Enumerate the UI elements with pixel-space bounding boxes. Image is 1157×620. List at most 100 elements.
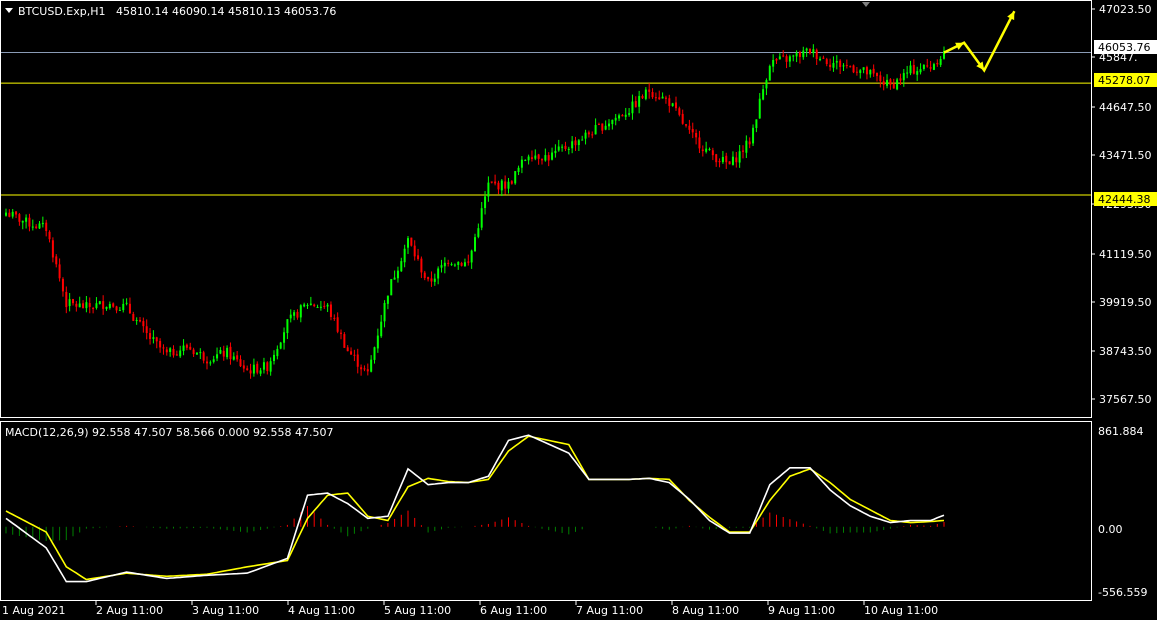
candle-body	[574, 140, 577, 146]
candle-body	[835, 61, 838, 63]
price-tick: 43471.50	[1099, 149, 1152, 162]
candle-body	[480, 208, 483, 228]
macd-panel-frame	[0, 421, 1092, 601]
candle-body	[537, 154, 540, 159]
candle-body	[279, 342, 282, 349]
candle-body	[229, 346, 232, 360]
candle-body	[688, 125, 691, 130]
candle-body	[554, 150, 557, 154]
candle-body	[75, 303, 78, 307]
candle-body	[115, 306, 118, 311]
candle-body	[865, 67, 868, 75]
candle-body	[108, 304, 111, 308]
candle-body	[132, 314, 135, 321]
candle-body	[852, 65, 855, 73]
candle-body	[725, 155, 728, 163]
price-tick: 47023.50	[1099, 3, 1152, 16]
candle-body	[812, 49, 815, 54]
candle-body	[195, 352, 198, 355]
candle-body	[939, 59, 942, 65]
dropdown-triangle-icon[interactable]	[5, 8, 13, 13]
candle-body	[460, 262, 463, 266]
candle-body	[85, 302, 88, 309]
candle-body	[21, 220, 24, 223]
candle-body	[185, 344, 188, 348]
candle-body	[61, 278, 64, 292]
candlestick-series[interactable]	[5, 44, 945, 379]
candle-body	[758, 98, 761, 119]
candle-body	[541, 159, 543, 161]
ohlc-readout: 45810.14 46090.14 45810.13 46053.76	[116, 5, 336, 18]
candle-body	[675, 102, 677, 109]
candle-body	[463, 262, 466, 267]
candle-body	[628, 113, 631, 115]
trading-chart[interactable]: BTCUSD.Exp,H1 45810.14 46090.14 45810.13…	[0, 0, 1157, 620]
candle-body	[262, 362, 265, 370]
resistance-label: 45278.07	[1098, 74, 1151, 87]
candle-body	[755, 119, 758, 128]
candle-body	[199, 352, 202, 354]
candle-body	[453, 264, 456, 266]
candle-body	[433, 278, 436, 282]
candle-body	[752, 127, 755, 144]
candle-body	[591, 134, 594, 136]
price-tick: 44647.50	[1099, 101, 1152, 114]
candle-body	[128, 303, 131, 314]
candle-body	[11, 211, 14, 217]
candle-body	[487, 182, 490, 197]
candle-body	[564, 145, 567, 149]
candle-body	[102, 301, 105, 309]
candle-body	[252, 364, 255, 374]
candle-body	[48, 231, 51, 240]
candle-body	[58, 264, 61, 279]
candle-body	[785, 56, 788, 62]
candle-body	[705, 148, 708, 152]
candle-body	[936, 62, 939, 65]
candle-body	[360, 367, 363, 370]
candle-body	[768, 66, 771, 81]
candle-body	[78, 303, 81, 308]
candle-body	[437, 268, 440, 279]
candle-body	[430, 278, 433, 282]
candle-body	[490, 181, 493, 183]
candle-body	[721, 156, 724, 163]
candle-body	[561, 146, 564, 148]
candle-body	[691, 128, 694, 133]
candle-body	[477, 228, 480, 237]
shift-marker-icon[interactable]	[862, 2, 870, 7]
candle-body	[283, 332, 286, 343]
candle-body	[72, 299, 74, 304]
candle-body	[149, 333, 152, 340]
candle-body	[105, 306, 108, 309]
candle-body	[25, 217, 28, 222]
macd-histogram	[5, 505, 945, 542]
candle-body	[882, 81, 885, 85]
candle-body	[634, 101, 637, 108]
candle-body	[601, 123, 604, 131]
candle-body	[805, 48, 808, 51]
candle-body	[742, 150, 744, 152]
candle-body	[685, 124, 688, 126]
candle-body	[206, 361, 208, 364]
candle-body	[55, 256, 58, 265]
candle-body	[855, 71, 858, 73]
candle-body	[216, 354, 219, 359]
symbol-label: BTCUSD.Exp,H1	[18, 5, 106, 18]
candle-body	[179, 350, 182, 357]
time-label: 1 Aug 2021	[2, 604, 65, 617]
candle-body	[594, 125, 597, 135]
candle-body	[41, 222, 44, 225]
candle-body	[547, 155, 550, 161]
candle-body	[735, 157, 738, 163]
candle-body	[798, 52, 801, 57]
candle-body	[765, 80, 768, 89]
candle-body	[326, 304, 329, 307]
candle-body	[256, 363, 259, 373]
candle-body	[815, 49, 818, 60]
candle-body	[400, 261, 403, 272]
candle-body	[557, 146, 560, 151]
candle-body	[614, 117, 617, 121]
candle-body	[172, 348, 175, 356]
candle-body	[711, 150, 714, 156]
candle-body	[832, 62, 835, 68]
